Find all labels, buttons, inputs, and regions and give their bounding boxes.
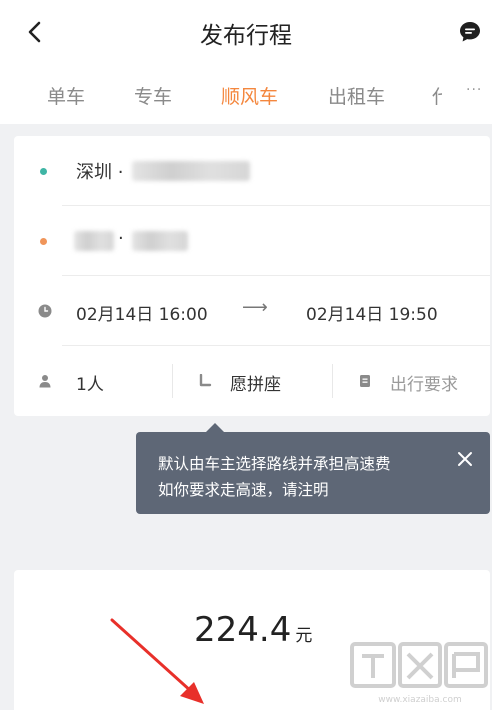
origin-dot-icon xyxy=(40,168,47,175)
tooltip-line-2: 如你要求走高速，请注明 xyxy=(158,481,329,499)
divider xyxy=(332,364,333,398)
tab-partial[interactable]: 代 xyxy=(432,82,442,106)
tab-premier[interactable]: 专车 xyxy=(134,82,172,109)
time-arrow: ⟶ xyxy=(242,297,268,318)
depart-time: 02月14日 16:00 xyxy=(76,305,208,325)
carpool-option[interactable]: 愿拼座 xyxy=(230,370,281,395)
price-unit: 元 xyxy=(295,626,313,646)
note-icon xyxy=(360,375,370,387)
top-nav-bar: 发布行程 xyxy=(0,0,492,64)
destination-text: · xyxy=(118,228,124,249)
tab-taxi[interactable]: 出租车 xyxy=(328,82,385,109)
requirements-option[interactable]: 出行要求 xyxy=(390,370,458,395)
passenger-count[interactable]: 1人 xyxy=(76,370,104,395)
more-tabs-icon[interactable]: ··· xyxy=(466,82,482,98)
estimated-price: 224.4 元 xyxy=(194,610,312,650)
destination-dot-icon xyxy=(40,238,47,245)
close-icon[interactable] xyxy=(456,450,474,468)
origin-row[interactable]: 深圳 · xyxy=(14,136,490,206)
divider xyxy=(172,364,173,398)
highway-tooltip: 默认由车主选择路线并承担高速费 如你要求走高速，请注明 xyxy=(136,423,490,514)
origin-text: 深圳 · xyxy=(76,162,124,183)
person-icon xyxy=(39,375,51,388)
message-bubble-icon[interactable] xyxy=(458,20,482,44)
watermark-logo: www.xiazaiba.com xyxy=(350,642,488,705)
destination-redacted xyxy=(132,231,188,251)
seat-icon xyxy=(199,374,212,387)
destination-row[interactable]: · xyxy=(14,206,490,276)
tooltip-line-1: 默认由车主选择路线并承担高速费 xyxy=(158,455,391,473)
trip-card: 深圳 · · 02月14日 16:00 ⟶ 02月14日 19:50 1人 愿拼… xyxy=(14,136,490,416)
origin-redacted xyxy=(132,161,250,181)
tab-bike[interactable]: 单车 xyxy=(47,82,85,109)
page-title: 发布行程 xyxy=(200,23,292,49)
time-row[interactable]: 02月14日 16:00 ⟶ 02月14日 19:50 xyxy=(14,276,490,346)
clock-icon xyxy=(38,304,52,318)
destination-redacted-city xyxy=(74,231,114,251)
service-tabs: 单车 专车 顺风车 出租车 代 ··· xyxy=(0,64,492,124)
arrive-time: 02月14日 19:50 xyxy=(306,305,438,325)
price-amount: 224.4 xyxy=(194,610,292,650)
options-row: 1人 愿拼座 出行要求 xyxy=(14,346,490,416)
tab-hitch[interactable]: 顺风车 xyxy=(221,82,278,109)
watermark-site: www.xiazaiba.com xyxy=(378,695,462,705)
